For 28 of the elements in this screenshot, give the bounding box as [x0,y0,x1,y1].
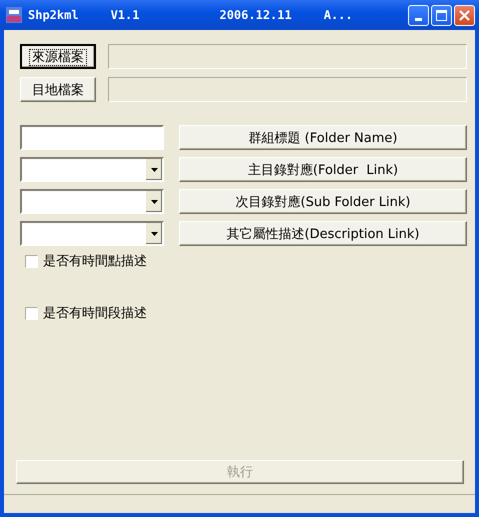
app-icon [6,7,22,23]
input-field[interactable] [20,125,164,150]
maximize-button[interactable] [431,4,452,26]
file-button[interactable]: 目地檔案 [20,77,96,102]
file-button[interactable]: 來源檔案 [20,44,96,69]
dropdown-field[interactable] [20,221,164,246]
window-title: V1.1 [110,8,140,22]
window-title: Shp2kml [28,8,79,22]
minimize-button[interactable] [408,4,429,26]
field-button[interactable]: 次目錄對應(Sub Folder Link) [179,189,467,214]
dropdown-field[interactable] [20,189,164,214]
checkbox[interactable] [25,254,38,268]
checkbox-label: 是否有時間點描述 [43,253,147,270]
field-button[interactable]: 主目錄對應(Folder Link) [179,157,467,182]
field-button[interactable]: 群組標題 (Folder Name) [179,125,467,150]
checkbox-label: 是否有時間段描述 [43,305,147,322]
caret-icon [150,168,158,172]
dropdown-field[interactable] [20,157,164,182]
maximize-icon [436,10,447,20]
minimize-icon [415,18,422,20]
window-title: A... [324,8,353,22]
caret-icon [150,200,158,204]
checkbox[interactable] [25,306,38,320]
close-button[interactable] [454,4,475,26]
field-button[interactable]: 其它屬性描述(Description Link) [179,221,467,246]
caret-icon [150,232,158,236]
close-icon [459,10,470,20]
window-title: 2006.12.11 [219,8,292,22]
